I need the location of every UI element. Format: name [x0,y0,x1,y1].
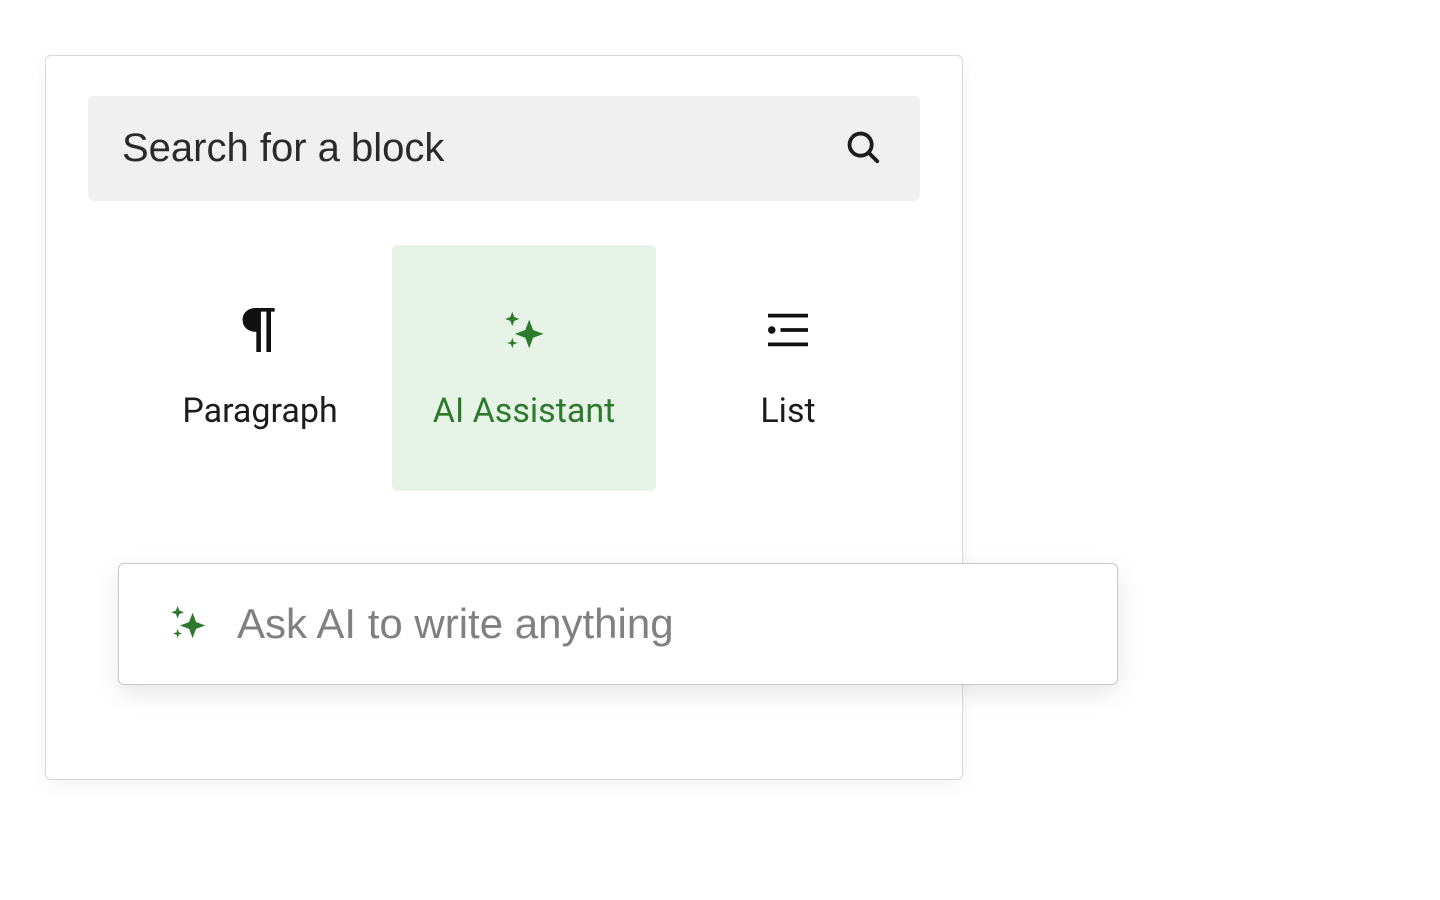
block-ai-assistant[interactable]: AI Assistant [392,245,656,491]
ai-prompt-input[interactable] [235,599,1087,649]
block-paragraph[interactable]: Paragraph [128,245,392,491]
block-list: Paragraph AI Assistant Li [88,245,920,491]
block-paragraph-label: Paragraph [182,391,337,431]
list-icon [763,305,813,355]
sparkles-icon [498,305,550,355]
block-ai-assistant-label: AI Assistant [433,391,615,431]
pilcrow-icon [238,305,282,355]
block-list[interactable]: List [656,245,920,491]
search-icon [844,128,882,170]
sparkles-icon [165,599,211,649]
block-list-label: List [760,391,815,431]
search-bar[interactable] [88,96,920,201]
search-input[interactable] [120,125,844,172]
ai-prompt-bar[interactable] [118,563,1118,685]
